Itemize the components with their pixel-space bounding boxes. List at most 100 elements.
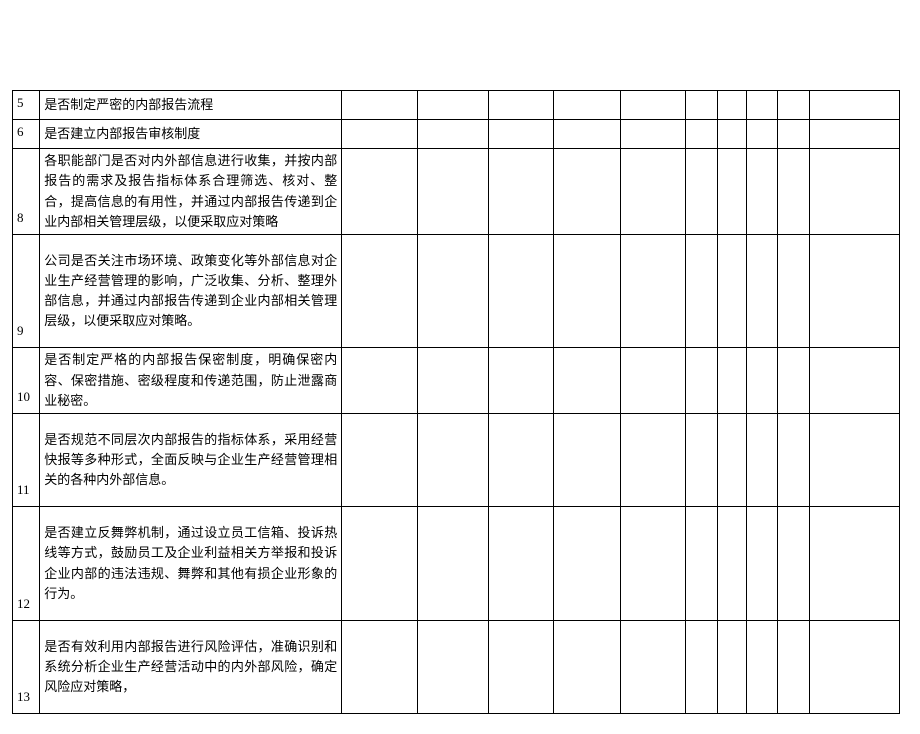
empty-cell xyxy=(686,234,717,348)
empty-cell xyxy=(778,507,809,621)
empty-cell xyxy=(417,348,488,413)
empty-cell xyxy=(553,348,620,413)
empty-cell xyxy=(717,149,746,235)
empty-cell xyxy=(553,120,620,149)
empty-cell xyxy=(417,149,488,235)
row-description: 是否有效利用内部报告进行风险评估，准确识别和系统分析企业生产经营活动中的内外部风… xyxy=(40,620,342,713)
table-row: 9公司是否关注市场环境、政策变化等外部信息对企业生产经营管理的影响，广泛收集、分… xyxy=(13,234,900,348)
empty-cell xyxy=(809,91,899,120)
empty-cell xyxy=(778,120,809,149)
empty-cell xyxy=(746,507,777,621)
empty-cell xyxy=(778,91,809,120)
empty-cell xyxy=(417,91,488,120)
empty-cell xyxy=(686,507,717,621)
empty-cell xyxy=(342,620,417,713)
empty-cell xyxy=(621,91,686,120)
row-description: 是否规范不同层次内部报告的指标体系，采用经营快报等多种形式，全面反映与企业生产经… xyxy=(40,413,342,506)
empty-cell xyxy=(746,348,777,413)
empty-cell xyxy=(417,620,488,713)
table-row: 5是否制定严密的内部报告流程 xyxy=(13,91,900,120)
empty-cell xyxy=(778,348,809,413)
row-description: 各职能部门是否对内外部信息进行收集，并按内部报告的需求及报告指标体系合理筛选、核… xyxy=(40,149,342,235)
empty-cell xyxy=(746,149,777,235)
empty-cell xyxy=(342,413,417,506)
table-row: 8各职能部门是否对内外部信息进行收集，并按内部报告的需求及报告指标体系合理筛选、… xyxy=(13,149,900,235)
empty-cell xyxy=(686,620,717,713)
empty-cell xyxy=(686,91,717,120)
empty-cell xyxy=(621,149,686,235)
document-page: 5是否制定严密的内部报告流程6是否建立内部报告审核制度8各职能部门是否对内外部信… xyxy=(0,0,920,734)
table-row: 13是否有效利用内部报告进行风险评估，准确识别和系统分析企业生产经营活动中的内外… xyxy=(13,620,900,713)
empty-cell xyxy=(717,507,746,621)
empty-cell xyxy=(686,413,717,506)
empty-cell xyxy=(342,234,417,348)
row-description: 是否建立反舞弊机制，通过设立员工信箱、投诉热线等方式，鼓励员工及企业利益相关方举… xyxy=(40,507,342,621)
empty-cell xyxy=(778,234,809,348)
empty-cell xyxy=(621,620,686,713)
empty-cell xyxy=(809,348,899,413)
empty-cell xyxy=(553,149,620,235)
empty-cell xyxy=(342,507,417,621)
row-number: 11 xyxy=(13,413,40,506)
empty-cell xyxy=(621,120,686,149)
row-number: 12 xyxy=(13,507,40,621)
empty-cell xyxy=(553,620,620,713)
row-number: 5 xyxy=(13,91,40,120)
table-row: 10是否制定严格的内部报告保密制度，明确保密内容、保密措施、密级程度和传递范围，… xyxy=(13,348,900,413)
empty-cell xyxy=(778,620,809,713)
empty-cell xyxy=(621,413,686,506)
empty-cell xyxy=(342,120,417,149)
empty-cell xyxy=(553,413,620,506)
empty-cell xyxy=(488,507,553,621)
empty-cell xyxy=(417,120,488,149)
row-number: 13 xyxy=(13,620,40,713)
empty-cell xyxy=(686,149,717,235)
empty-cell xyxy=(417,413,488,506)
empty-cell xyxy=(417,507,488,621)
empty-cell xyxy=(717,413,746,506)
empty-cell xyxy=(417,234,488,348)
empty-cell xyxy=(778,149,809,235)
row-description: 是否制定严格的内部报告保密制度，明确保密内容、保密措施、密级程度和传递范围，防止… xyxy=(40,348,342,413)
row-number: 8 xyxy=(13,149,40,235)
empty-cell xyxy=(809,620,899,713)
empty-cell xyxy=(553,234,620,348)
empty-cell xyxy=(809,413,899,506)
empty-cell xyxy=(746,120,777,149)
empty-cell xyxy=(488,348,553,413)
empty-cell xyxy=(488,234,553,348)
row-number: 9 xyxy=(13,234,40,348)
empty-cell xyxy=(621,348,686,413)
empty-cell xyxy=(717,620,746,713)
empty-cell xyxy=(717,348,746,413)
row-number: 10 xyxy=(13,348,40,413)
empty-cell xyxy=(809,120,899,149)
empty-cell xyxy=(488,120,553,149)
row-description: 是否建立内部报告审核制度 xyxy=(40,120,342,149)
empty-cell xyxy=(686,348,717,413)
table-row: 11是否规范不同层次内部报告的指标体系，采用经营快报等多种形式，全面反映与企业生… xyxy=(13,413,900,506)
row-description: 公司是否关注市场环境、政策变化等外部信息对企业生产经营管理的影响，广泛收集、分析… xyxy=(40,234,342,348)
empty-cell xyxy=(717,91,746,120)
empty-cell xyxy=(778,413,809,506)
empty-cell xyxy=(488,620,553,713)
table-body: 5是否制定严密的内部报告流程6是否建立内部报告审核制度8各职能部门是否对内外部信… xyxy=(13,91,900,714)
empty-cell xyxy=(717,120,746,149)
empty-cell xyxy=(342,348,417,413)
empty-cell xyxy=(488,149,553,235)
empty-cell xyxy=(342,91,417,120)
empty-cell xyxy=(553,91,620,120)
empty-cell xyxy=(488,91,553,120)
empty-cell xyxy=(621,234,686,348)
empty-cell xyxy=(809,234,899,348)
table-row: 6是否建立内部报告审核制度 xyxy=(13,120,900,149)
empty-cell xyxy=(686,120,717,149)
checklist-table: 5是否制定严密的内部报告流程6是否建立内部报告审核制度8各职能部门是否对内外部信… xyxy=(12,90,900,714)
row-number: 6 xyxy=(13,120,40,149)
empty-cell xyxy=(809,149,899,235)
empty-cell xyxy=(553,507,620,621)
empty-cell xyxy=(746,413,777,506)
empty-cell xyxy=(746,91,777,120)
empty-cell xyxy=(488,413,553,506)
empty-cell xyxy=(746,234,777,348)
